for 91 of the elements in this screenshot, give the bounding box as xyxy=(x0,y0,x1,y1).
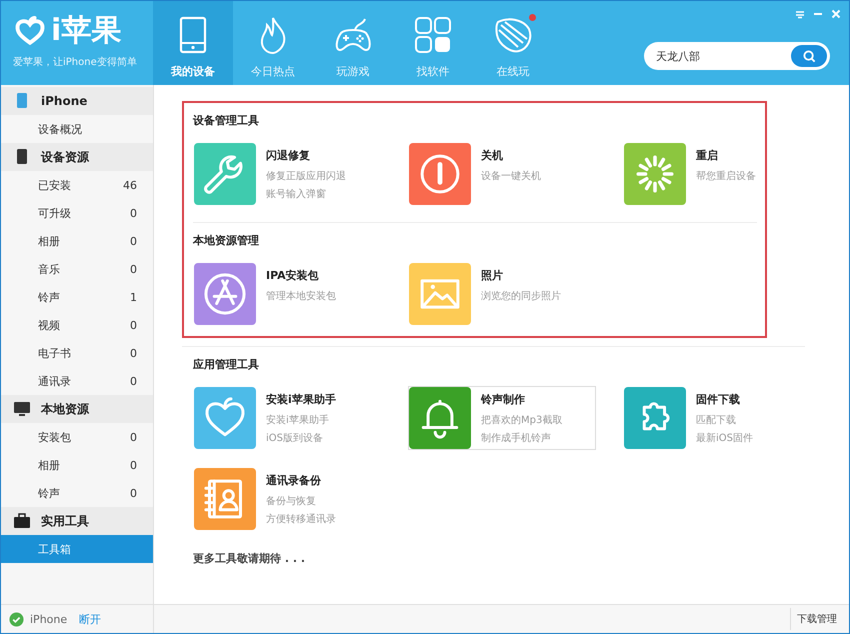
item-label: 相册 xyxy=(38,458,60,472)
item-count: 0 xyxy=(130,346,137,360)
item-count: 0 xyxy=(130,206,137,220)
tool-title: 闪退修复 xyxy=(266,148,311,163)
more-tools-note: 更多工具敬请期待 . . . xyxy=(193,551,306,566)
tool-title: 关机 xyxy=(481,148,504,163)
item-label: 安装包 xyxy=(38,430,71,444)
app-logo-text: i苹果 xyxy=(51,13,122,49)
tool-description: 把喜欢的Mp3截取 xyxy=(481,414,562,427)
tool-tile[interactable]: 重启 帮您重启设备 xyxy=(623,142,811,206)
sidebar-item[interactable]: 视频 0 xyxy=(1,311,153,339)
monitor-icon xyxy=(13,400,31,418)
tool-description: 最新iOS固件 xyxy=(696,432,753,445)
search-icon xyxy=(802,50,816,62)
item-label: 铃声 xyxy=(38,486,60,500)
item-label: 设备概况 xyxy=(38,122,82,136)
item-count: 0 xyxy=(130,458,137,472)
tool-description: 浏览您的同步照片 xyxy=(481,290,561,303)
item-label: 已安装 xyxy=(38,178,71,192)
sidebar-item[interactable]: 铃声 1 xyxy=(1,283,153,311)
tool-description: 帮您重启设备 xyxy=(696,170,756,183)
section-title: 应用管理工具 xyxy=(193,357,260,372)
tool-description: 制作成手机铃声 xyxy=(481,432,552,445)
sidebar-item[interactable]: 通讯录 0 xyxy=(1,367,153,395)
sidebar-group-header[interactable]: iPhone xyxy=(1,87,153,115)
sidebar-group-header[interactable]: 本地资源 xyxy=(1,395,153,423)
tool-title: 固件下载 xyxy=(696,392,741,407)
tool-description: 设备一键关机 xyxy=(481,170,541,183)
sidebar-item[interactable]: 设备概况 xyxy=(1,115,153,143)
tool-title: IPA安装包 xyxy=(266,268,320,283)
tool-tile[interactable]: 关机 设备一键关机 xyxy=(408,142,596,206)
sidebar-item[interactable]: 相册 0 xyxy=(1,227,153,255)
group-label: iPhone xyxy=(41,94,88,108)
sidebar-item[interactable]: 电子书 0 xyxy=(1,339,153,367)
tool-description: 匹配下载 xyxy=(696,414,737,427)
item-label: 可升级 xyxy=(38,206,71,220)
download-manager-button[interactable]: 下载管理 xyxy=(790,608,843,630)
tool-tile[interactable]: 通讯录备份 备份与恢复 方便转移通讯录 xyxy=(193,467,381,531)
item-count: 0 xyxy=(130,318,137,332)
tool-tile[interactable]: 闪退修复 修复正版应用闪退 账号输入弹窗 xyxy=(193,142,381,206)
sidebar-item[interactable]: 可升级 0 xyxy=(1,199,153,227)
item-label: 视频 xyxy=(38,318,60,332)
item-label: 音乐 xyxy=(38,262,60,276)
sidebar-item[interactable]: 相册 0 xyxy=(1,451,153,479)
item-count: 0 xyxy=(130,374,137,388)
tool-title: 安装i苹果助手 xyxy=(266,392,336,407)
sidebar-item[interactable]: 铃声 0 xyxy=(1,479,153,507)
tool-description: 修复正版应用闪退 xyxy=(266,170,346,183)
tool-description: 方便转移通讯录 xyxy=(266,512,336,526)
slogan: 爱苹果，让iPhone变得简单 xyxy=(13,56,137,69)
tool-tile[interactable]: 安装i苹果助手 安装i苹果助手 iOS版到设备 xyxy=(193,386,381,450)
group-label: 本地资源 xyxy=(41,400,89,418)
sidebar-item[interactable]: 安装包 0 xyxy=(1,423,153,451)
group-label: 实用工具 xyxy=(41,512,89,530)
tool-title: 重启 xyxy=(696,148,719,163)
item-count: 46 xyxy=(123,178,137,192)
heart-logo-icon xyxy=(13,14,47,48)
sidebar-group-header[interactable]: 设备资源 xyxy=(1,143,153,171)
item-count: 1 xyxy=(130,290,137,304)
item-count: 0 xyxy=(130,430,137,444)
item-label: 电子书 xyxy=(38,346,71,360)
tool-title: 通讯录备份 xyxy=(266,473,322,488)
sidebar-item[interactable]: 已安装 46 xyxy=(1,171,153,199)
item-count: 0 xyxy=(130,262,137,276)
item-label: 相册 xyxy=(38,234,60,248)
briefcase-icon xyxy=(13,512,31,530)
item-count: 0 xyxy=(130,486,137,500)
tool-tile[interactable]: 固件下载 匹配下载 最新iOS固件 xyxy=(623,386,811,450)
item-label: 铃声 xyxy=(38,290,60,304)
section-title: 本地资源管理 xyxy=(193,233,260,248)
tool-title: 照片 xyxy=(481,268,504,283)
item-label: 通讯录 xyxy=(38,374,71,388)
tool-tile[interactable]: IPA安装包 管理本地安装包 xyxy=(193,262,381,326)
item-label: 工具箱 xyxy=(38,542,71,556)
close-icon[interactable] xyxy=(831,9,841,19)
group-label: 设备资源 xyxy=(41,148,89,166)
menu-icon[interactable] xyxy=(795,9,805,19)
tool-description: 管理本地安装包 xyxy=(266,290,336,303)
sidebar-group-header[interactable]: 实用工具 xyxy=(1,507,153,535)
tool-description: 账号输入弹窗 xyxy=(266,188,327,201)
item-count: 0 xyxy=(130,234,137,248)
tool-title: 铃声制作 xyxy=(481,392,526,407)
device-name: iPhone xyxy=(30,612,68,626)
tool-description: iOS版到设备 xyxy=(266,432,324,445)
grid-icon xyxy=(413,15,453,55)
tool-description: 备份与恢复 xyxy=(266,494,317,508)
tool-tile[interactable]: 铃声制作 把喜欢的Mp3截取 制作成手机铃声 xyxy=(408,386,596,450)
tool-description: 安装i苹果助手 xyxy=(266,414,330,427)
section-title: 设备管理工具 xyxy=(193,113,260,128)
tool-tile[interactable]: 照片 浏览您的同步照片 xyxy=(408,262,596,326)
sidebar-item[interactable]: 音乐 0 xyxy=(1,255,153,283)
